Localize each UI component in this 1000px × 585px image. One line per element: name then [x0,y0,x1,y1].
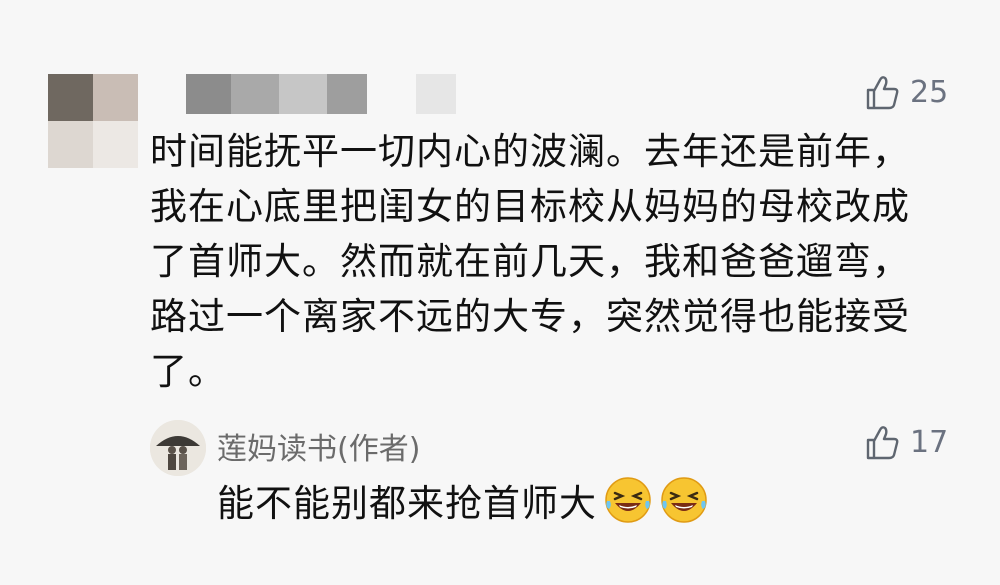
comment-text: 时间能抚平一切内心的波澜。去年还是前年，我在心底里把闺女的目标校从妈妈的母校改成… [150,130,910,393]
reply-text: 能不能别都来抢首师大 [217,482,597,525]
comment-like-button[interactable]: 25 [862,72,948,112]
blurred-username [186,74,476,114]
laughing-tears-emoji-icon [605,477,651,523]
reply-like-count: 17 [910,424,949,460]
reply-text-row: 能不能别都来抢首师大 [217,473,709,527]
thumbs-up-icon [866,426,899,460]
author-avatar[interactable] [150,420,206,476]
reply-like-button[interactable]: 17 [862,422,948,462]
laughing-tears-emoji-icon [661,477,707,523]
author-name[interactable]: 莲妈读书(作者) [217,424,420,468]
thumbs-up-icon [866,76,899,110]
blurred-avatar [48,74,138,168]
comment-like-count: 25 [910,74,949,110]
